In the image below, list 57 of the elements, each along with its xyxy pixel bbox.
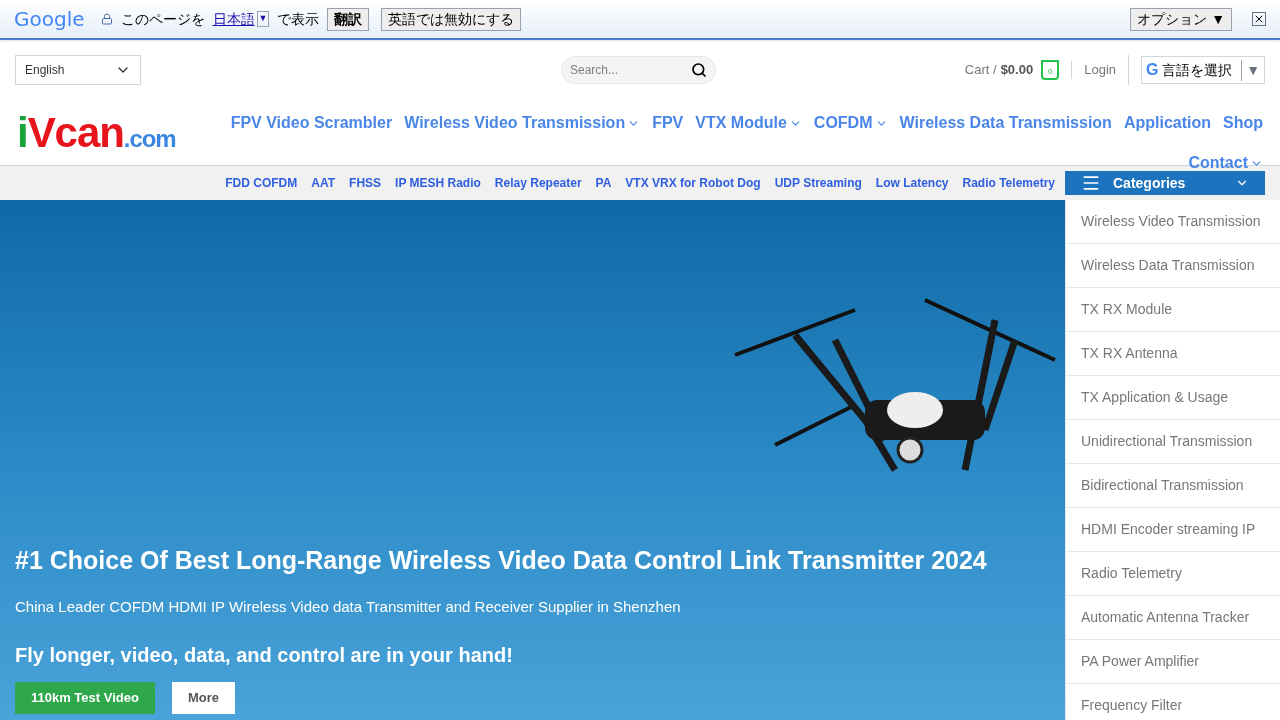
nav-link[interactable]: Application <box>1123 113 1211 133</box>
hero-subtitle: China Leader COFDM HDMI IP Wireless Video data Transmitter and Receiver Supplier in Shenzhen <box>15 596 682 617</box>
site-logo[interactable]: iVcan.com <box>17 112 217 165</box>
cart-count[interactable]: 0 <box>1041 60 1060 80</box>
nav-link[interactable]: VTX Module <box>695 113 802 133</box>
category-link[interactable]: TX RX Antenna <box>1066 332 1280 376</box>
category-link[interactable]: PA Power Amplifier <box>1066 640 1280 684</box>
subnav-link[interactable]: Relay Repeater <box>494 174 582 192</box>
translate-suffix: で表示 <box>277 9 320 29</box>
category-link[interactable]: Frequency Filter <box>1066 684 1280 720</box>
language-select[interactable]: English <box>15 55 141 85</box>
login-link[interactable]: Login <box>1084 60 1116 80</box>
subnav-link[interactable]: Low Latency <box>875 174 949 192</box>
nav-link[interactable]: Wireless Data Transmission <box>899 113 1112 133</box>
hero-title: #1 Choice Of Best Long-Range Wireless Video Data Control Link Transmitter 2024 <box>15 545 988 576</box>
lock-icon <box>100 13 113 25</box>
hero-button[interactable]: More <box>171 682 235 714</box>
categories-button[interactable]: Categories <box>1065 171 1265 195</box>
hero-tagline: Fly longer, video, data, and control are in your hand! <box>15 643 514 668</box>
hero-button[interactable]: 110km Test Video <box>15 682 155 714</box>
nav-link[interactable]: COFDM <box>813 113 888 133</box>
subnav-link[interactable]: UDP Streaming <box>774 174 862 192</box>
category-link[interactable]: Bidirectional Transmission <box>1066 464 1280 508</box>
nav-link[interactable]: Wireless Video Transmission <box>404 113 641 133</box>
google-logo: Google <box>14 6 85 33</box>
translate-button[interactable]: 翻訳 <box>327 7 370 31</box>
disable-button[interactable]: 英語では無効にする <box>381 7 522 31</box>
language-caret[interactable]: ▼ <box>256 11 270 27</box>
category-link[interactable]: Automatic Antenna Tracker <box>1066 596 1280 640</box>
nav-link[interactable]: Shop <box>1223 113 1263 133</box>
nav-link[interactable]: Contact <box>1188 153 1263 173</box>
language-link[interactable]: 日本語 <box>212 8 255 30</box>
category-link[interactable]: TX RX Module <box>1066 288 1280 332</box>
language-picker[interactable]: G 言語を選択 ▼ <box>1141 56 1265 84</box>
options-button[interactable]: オプション ▼ <box>1130 7 1232 31</box>
translate-prompt: このページを <box>120 9 205 29</box>
subnav-link[interactable]: IP MESH Radio <box>395 174 481 192</box>
search-input[interactable]: Search... <box>570 61 680 79</box>
cart-link[interactable]: Cart / $0.00 <box>964 60 1034 80</box>
search-icon[interactable] <box>691 62 707 78</box>
close-icon[interactable] <box>1252 12 1266 26</box>
category-link[interactable]: Wireless Data Transmission <box>1066 244 1280 288</box>
category-link[interactable]: TX Application & Usage <box>1066 376 1280 420</box>
subnav-link[interactable]: Radio Telemetry <box>962 174 1055 192</box>
search-field[interactable]: Search... <box>561 56 716 84</box>
subnav-link[interactable]: FDD COFDM <box>225 174 298 192</box>
subnav-link[interactable]: AAT <box>311 174 336 192</box>
subnav-link[interactable]: FHSS <box>349 174 382 192</box>
subnav-link[interactable]: VTX VRX for Robot Dog <box>625 174 761 192</box>
nav-link[interactable]: FPV <box>652 113 684 133</box>
category-link[interactable]: Unidirectional Transmission <box>1066 420 1280 464</box>
nav-link[interactable]: FPV Video Scrambler <box>230 113 393 133</box>
category-link[interactable]: HDMI Encoder streaming IP <box>1066 508 1280 552</box>
category-link[interactable]: Wireless Video Transmission <box>1066 200 1280 244</box>
category-link[interactable]: Radio Telemetry <box>1066 552 1280 596</box>
menu-icon <box>1081 173 1101 193</box>
subnav-link[interactable]: PA <box>595 174 612 192</box>
